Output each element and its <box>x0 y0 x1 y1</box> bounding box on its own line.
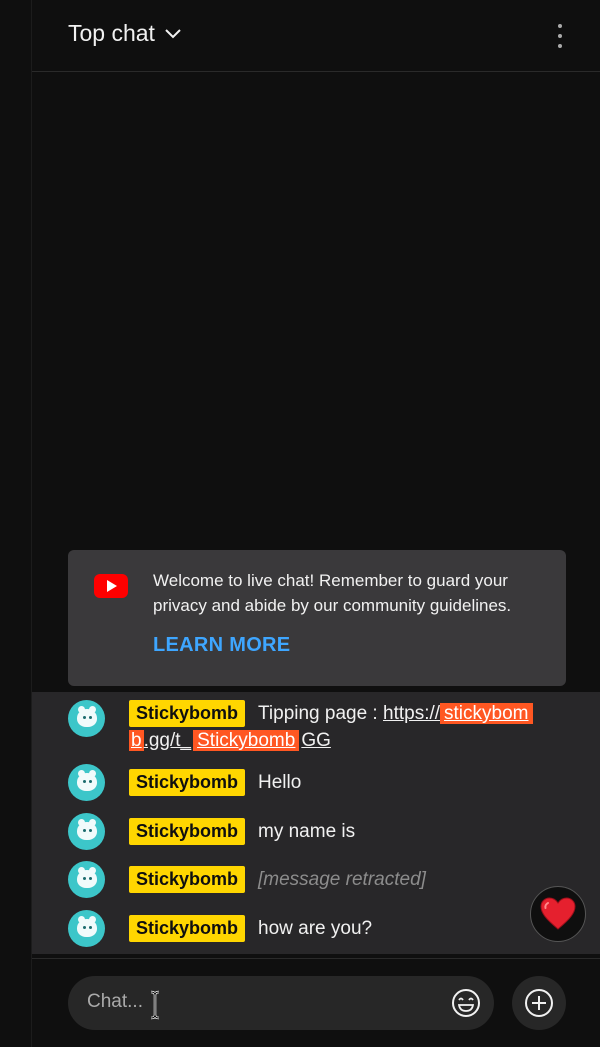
message-text: Hello <box>258 772 302 793</box>
youtube-logo-icon <box>94 574 128 598</box>
heart-reaction-button[interactable] <box>530 886 586 942</box>
chevron-down-icon <box>165 28 181 38</box>
avatar[interactable] <box>68 700 105 737</box>
chat-message: Stickybomb Hello <box>32 764 600 806</box>
message-text-line2: b .gg/t_ Stickybomb GG <box>129 727 331 754</box>
message-retracted: [message retracted] <box>258 869 426 890</box>
left-edge-strip <box>0 0 32 1047</box>
learn-more-link[interactable]: LEARN MORE <box>153 634 290 657</box>
avatar[interactable] <box>68 813 105 850</box>
chat-messages: Stickybomb Tipping page : https://sticky… <box>32 692 600 954</box>
message-text: Tipping page : https://stickybom <box>258 700 533 727</box>
plus-circle-icon <box>525 989 553 1017</box>
chat-header: Top chat <box>32 0 600 72</box>
more-options-button[interactable] <box>548 22 572 50</box>
live-chat-panel: Top chat Welcome to live chat! Remember … <box>32 0 600 1047</box>
avatar[interactable] <box>68 861 105 898</box>
heart-icon <box>540 897 576 930</box>
author-name[interactable]: Stickybomb <box>129 866 246 893</box>
add-button[interactable] <box>512 976 566 1030</box>
chat-message: Stickybomb [message retracted] <box>32 861 600 903</box>
top-chat-dropdown[interactable]: Top chat <box>68 20 183 47</box>
tipping-link-cont[interactable]: b .gg/t_ Stickybomb GG <box>129 730 331 751</box>
chat-message: Stickybomb how are you? <box>32 910 600 952</box>
welcome-banner: Welcome to live chat! Remember to guard … <box>68 550 566 686</box>
chat-input[interactable]: Chat... <box>68 976 494 1030</box>
message-text: how are you? <box>258 918 373 939</box>
chat-input-bar: Chat... <box>32 958 600 1047</box>
tipping-link[interactable]: https://stickybom <box>383 703 533 724</box>
more-vert-icon <box>558 24 562 28</box>
message-prefix: Tipping page : <box>258 703 383 724</box>
welcome-text: Welcome to live chat! Remember to guard … <box>153 571 512 615</box>
author-name[interactable]: Stickybomb <box>129 915 246 942</box>
chat-message: Stickybomb Tipping page : https://sticky… <box>32 700 600 758</box>
avatar[interactable] <box>68 910 105 947</box>
author-name[interactable]: Stickybomb <box>129 700 246 727</box>
author-name[interactable]: Stickybomb <box>129 769 246 796</box>
author-name[interactable]: Stickybomb <box>129 818 246 845</box>
emoji-icon[interactable] <box>450 987 482 1019</box>
chat-input-placeholder: Chat... <box>87 991 143 1012</box>
header-title: Top chat <box>68 20 155 46</box>
chat-message: Stickybomb my name is <box>32 813 600 855</box>
message-text: my name is <box>258 821 356 842</box>
avatar[interactable] <box>68 764 105 801</box>
text-cursor-icon <box>150 990 160 1020</box>
